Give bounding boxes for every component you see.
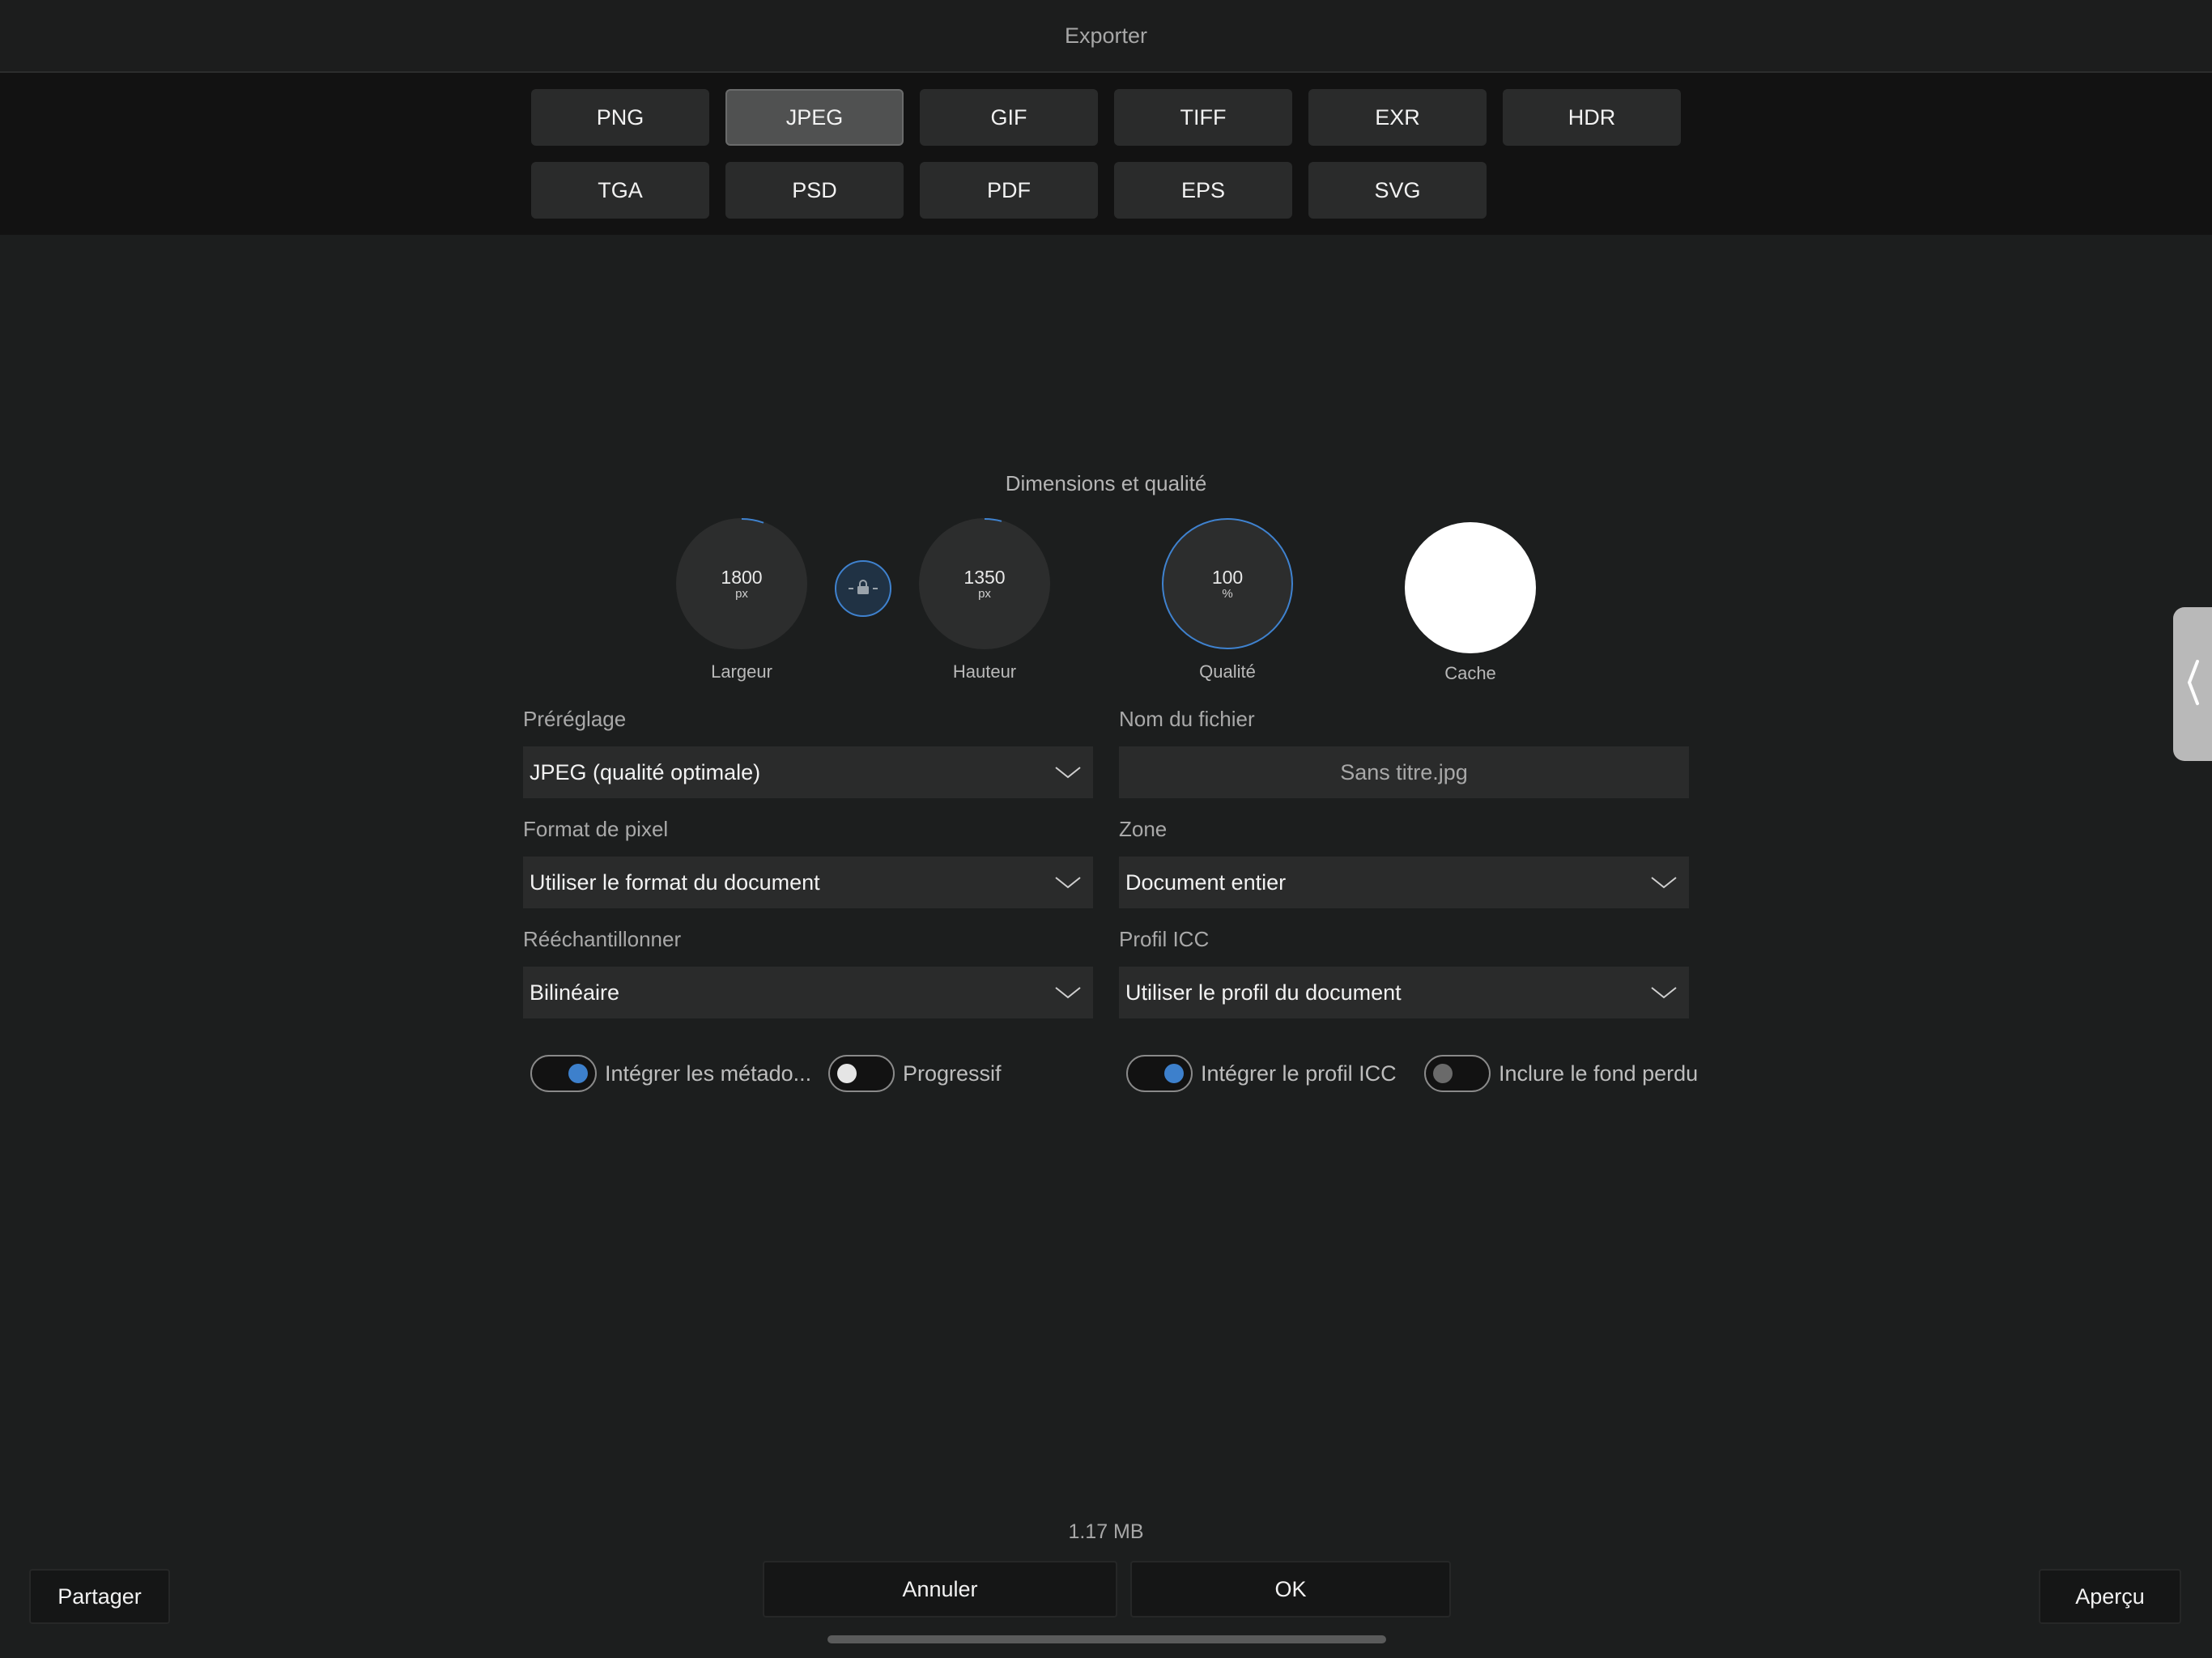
cancel-button[interactable]: Annuler bbox=[763, 1561, 1117, 1618]
width-label: Largeur bbox=[711, 661, 772, 682]
format-selector: PNG JPEG GIF TIFF EXR HDR TGA PSD PDF EP… bbox=[0, 73, 2212, 235]
filename-field[interactable]: Sans titre.jpg bbox=[1119, 746, 1689, 798]
quality-dial[interactable]: 100 % bbox=[1162, 518, 1293, 649]
height-dial[interactable]: 1350 px bbox=[919, 518, 1050, 649]
format-png-button[interactable]: PNG bbox=[531, 89, 709, 146]
icc-profile-value: Utiliser le profil du document bbox=[1125, 980, 1402, 1005]
area-label: Zone bbox=[1119, 817, 1168, 841]
chevron-down-icon bbox=[1650, 875, 1678, 890]
section-title: Dimensions et qualité bbox=[1005, 471, 1207, 495]
filename-label: Nom du fichier bbox=[1119, 707, 1255, 731]
toggle-knob bbox=[568, 1064, 588, 1083]
embed-icc-toggle-label: Intégrer le profil ICC bbox=[1201, 1061, 1397, 1086]
resample-dropdown[interactable]: Bilinéaire bbox=[523, 967, 1093, 1018]
width-dial-arc bbox=[741, 518, 764, 524]
format-psd-button[interactable]: PSD bbox=[725, 162, 904, 219]
pixel-format-value: Utiliser le format du document bbox=[530, 869, 820, 895]
side-panel-handle[interactable] bbox=[2173, 607, 2212, 761]
toggle-knob bbox=[1433, 1064, 1453, 1083]
preset-label: Préréglage bbox=[523, 707, 627, 731]
height-dial-arc bbox=[984, 518, 1002, 522]
height-label: Hauteur bbox=[952, 661, 1017, 682]
resample-value: Bilinéaire bbox=[530, 980, 620, 1005]
preset-dropdown[interactable]: JPEG (qualité optimale) bbox=[523, 746, 1093, 798]
area-dropdown[interactable]: Document entier bbox=[1119, 857, 1689, 908]
format-eps-button[interactable]: EPS bbox=[1114, 162, 1292, 219]
format-jpeg-button[interactable]: JPEG bbox=[725, 89, 904, 146]
quality-label: Qualité bbox=[1199, 661, 1256, 682]
bleed-toggle[interactable] bbox=[1424, 1055, 1491, 1092]
embed-icc-toggle[interactable] bbox=[1126, 1055, 1193, 1092]
resample-label: Rééchantillonner bbox=[523, 927, 682, 951]
quality-value: 100 bbox=[1211, 567, 1244, 588]
mask-dial[interactable] bbox=[1405, 522, 1536, 653]
format-gif-button[interactable]: GIF bbox=[920, 89, 1098, 146]
preset-value: JPEG (qualité optimale) bbox=[530, 759, 761, 784]
pixel-format-dropdown[interactable]: Utiliser le format du document bbox=[523, 857, 1093, 908]
bleed-toggle-label: Inclure le fond perdu bbox=[1499, 1061, 1699, 1086]
home-indicator bbox=[827, 1635, 1386, 1643]
lock-icon bbox=[847, 577, 879, 601]
toggle-knob bbox=[1164, 1064, 1184, 1083]
area-value: Document entier bbox=[1125, 869, 1287, 895]
format-svg-button[interactable]: SVG bbox=[1308, 162, 1487, 219]
chevron-down-icon bbox=[1054, 765, 1082, 780]
toggle-knob bbox=[837, 1064, 857, 1083]
progressive-toggle[interactable] bbox=[828, 1055, 895, 1092]
chevron-down-icon bbox=[1650, 985, 1678, 1000]
chevron-left-icon bbox=[2184, 658, 2201, 711]
format-tiff-button[interactable]: TIFF bbox=[1114, 89, 1292, 146]
mask-label: Cache bbox=[1444, 663, 1496, 683]
metadata-toggle-label: Intégrer les métado... bbox=[605, 1061, 812, 1086]
chevron-down-icon bbox=[1054, 875, 1082, 890]
preview-button[interactable]: Aperçu bbox=[2039, 1569, 2181, 1624]
width-dial[interactable]: 1800 px bbox=[676, 518, 807, 649]
icc-profile-label: Profil ICC bbox=[1119, 927, 1210, 951]
format-hdr-button[interactable]: HDR bbox=[1503, 89, 1681, 146]
metadata-toggle[interactable] bbox=[530, 1055, 597, 1092]
format-exr-button[interactable]: EXR bbox=[1308, 89, 1487, 146]
ok-button[interactable]: OK bbox=[1130, 1561, 1451, 1618]
format-pdf-button[interactable]: PDF bbox=[920, 162, 1098, 219]
chevron-down-icon bbox=[1054, 985, 1082, 1000]
progressive-toggle-label: Progressif bbox=[903, 1061, 1002, 1086]
estimated-file-size: 1.17 MB bbox=[1068, 1520, 1144, 1543]
aspect-lock-button[interactable] bbox=[835, 560, 891, 617]
share-button[interactable]: Partager bbox=[29, 1569, 170, 1624]
dialog-title: Exporter bbox=[1064, 23, 1148, 48]
quality-unit: % bbox=[1222, 587, 1233, 601]
title-bar: Exporter bbox=[0, 0, 2212, 73]
format-tga-button[interactable]: TGA bbox=[531, 162, 709, 219]
icc-profile-dropdown[interactable]: Utiliser le profil du document bbox=[1119, 967, 1689, 1018]
pixel-format-label: Format de pixel bbox=[523, 817, 669, 841]
